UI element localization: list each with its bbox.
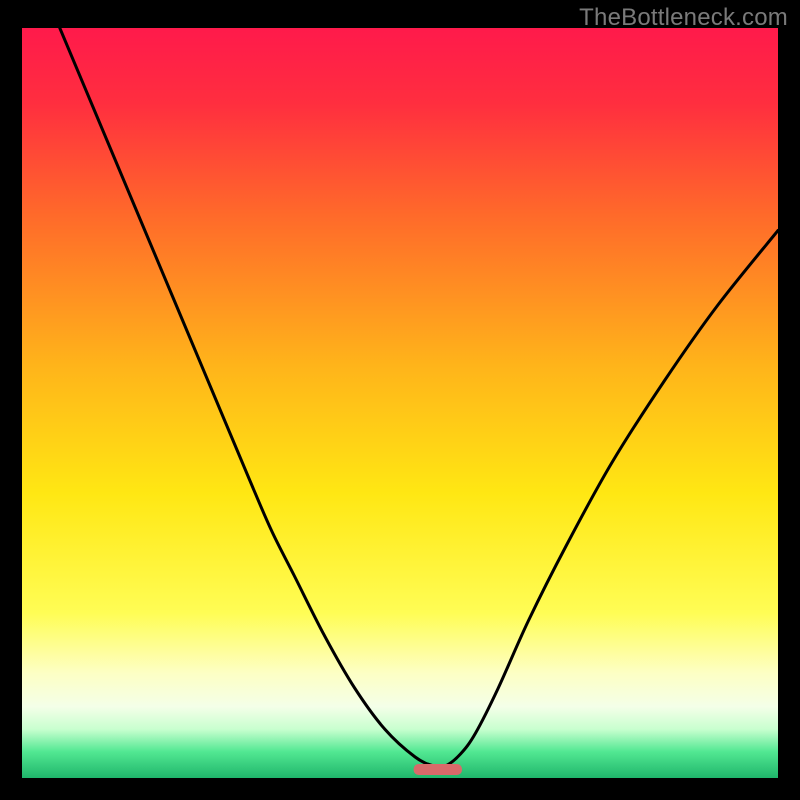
plot-outer	[22, 28, 778, 778]
chart-frame: TheBottleneck.com	[0, 0, 800, 800]
chart-background	[22, 28, 778, 778]
watermark-label: TheBottleneck.com	[579, 4, 788, 32]
chart-svg	[22, 28, 778, 778]
optimal-marker	[414, 764, 462, 775]
